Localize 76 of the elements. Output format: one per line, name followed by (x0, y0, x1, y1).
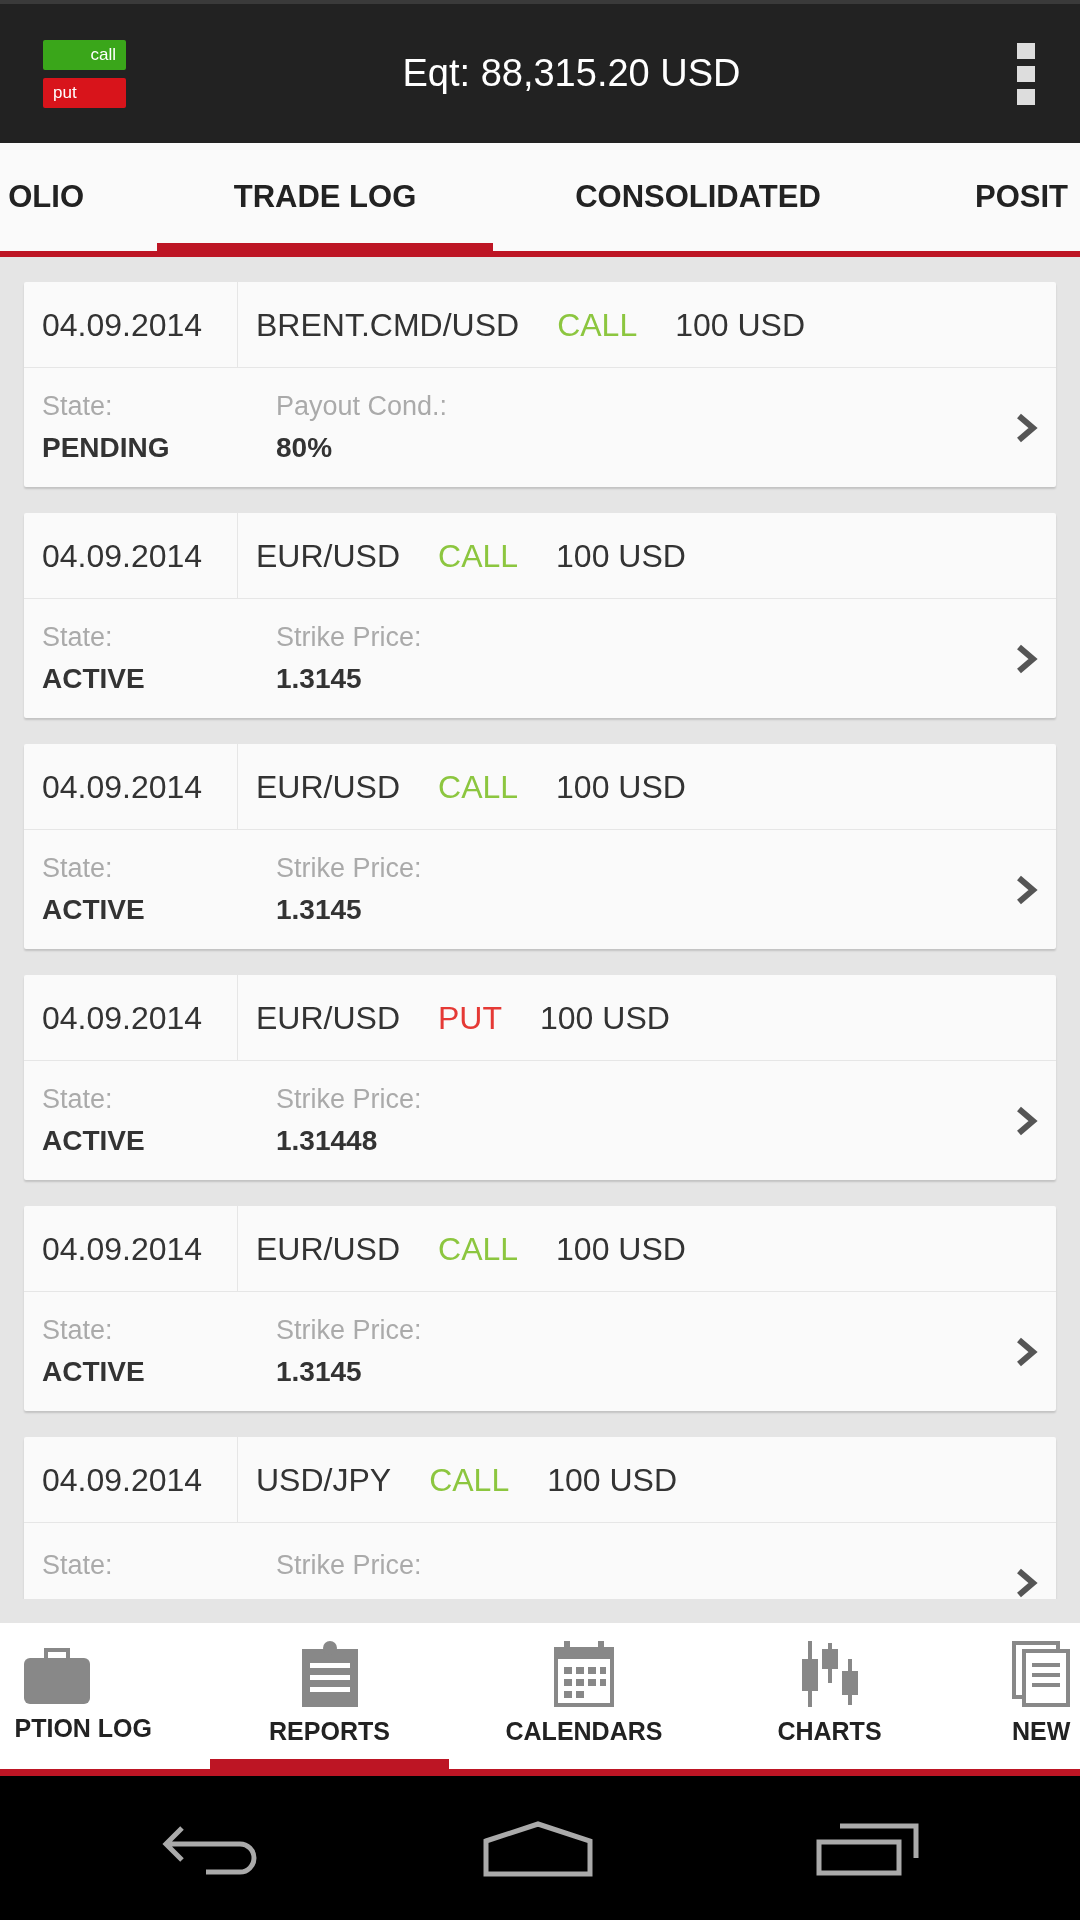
state-label: State: (42, 1314, 114, 1348)
direction-label: CALL (429, 1460, 510, 1500)
nav-tab[interactable]: NEW (940, 1623, 1080, 1769)
instrument-label: USD/JPY (256, 1460, 392, 1500)
detail-label: Strike Price: (276, 621, 423, 655)
tab[interactable]: TRADE LOG (157, 143, 493, 251)
trade-date: 04.09.2014 (42, 1460, 203, 1500)
chevron-icon[interactable] (1016, 412, 1038, 443)
state-label: State: (42, 390, 114, 424)
detail-value: 1.31448 (276, 1123, 379, 1158)
amount-label: 100 USD (556, 536, 686, 576)
chevron-icon[interactable] (1016, 643, 1038, 674)
amount-label: 100 USD (556, 767, 686, 807)
chevron-icon[interactable] (1016, 874, 1038, 905)
instrument-label: EUR/USD (256, 536, 400, 576)
state-value: ACTIVE (42, 1123, 146, 1158)
direction-label: CALL (438, 767, 519, 807)
instrument-label: EUR/USD (256, 767, 400, 807)
chevron-icon[interactable] (1016, 1567, 1038, 1598)
recent-apps-button[interactable] (816, 1821, 921, 1876)
trade-date: 04.09.2014 (42, 305, 203, 345)
direction-label: CALL (438, 1229, 519, 1269)
state-value: ACTIVE (42, 1354, 146, 1389)
home-button[interactable] (483, 1820, 593, 1877)
clipboard-icon (301, 1641, 358, 1708)
detail-label: Strike Price: (276, 852, 423, 886)
trade-card[interactable]: 04.09.2014 BRENT.CMD/USD CALL 100 USD State: PENDING Payout Cond.: 80% (24, 282, 1056, 487)
trade-card[interactable]: 04.09.2014 EUR/USD CALL 100 USD State: ACTIVE Strike Price: 1.3145 (24, 744, 1056, 949)
trade-date: 04.09.2014 (42, 767, 203, 807)
instrument-label: BRENT.CMD/USD (256, 305, 520, 345)
direction-label: CALL (557, 305, 638, 345)
state-value: ACTIVE (42, 892, 146, 927)
instrument-label: EUR/USD (256, 1229, 400, 1269)
state-value: ACTIVE (42, 661, 146, 696)
direction-label: CALL (438, 536, 519, 576)
put-badge: put (43, 77, 126, 108)
call-badge: call (43, 39, 126, 70)
menu-button[interactable] (1017, 42, 1035, 105)
equity-label: Eqt: 88,315.20 USD (401, 51, 742, 96)
state-value: PENDING (42, 430, 171, 465)
trade-card[interactable]: 04.09.2014 EUR/USD PUT 100 USD State: ACTIVE Strike Price: 1.31448 (24, 975, 1056, 1180)
amount-label: 100 USD (675, 305, 805, 345)
amount-label: 100 USD (547, 1460, 678, 1500)
nav-tab[interactable]: REPORTS (210, 1623, 449, 1769)
detail-label: Strike Price: (276, 1083, 423, 1117)
state-label: State: (42, 1083, 114, 1117)
nav-tab[interactable]: CHARTS (719, 1623, 940, 1769)
detail-value: 1.3145 (276, 1354, 363, 1389)
nav-tab[interactable]: PTION LOG (0, 1623, 210, 1769)
tab[interactable]: OLIO (0, 143, 157, 251)
detail-value: 80% (276, 430, 334, 465)
trade-card[interactable]: 04.09.2014 EUR/USD CALL 100 USD State: ACTIVE Strike Price: 1.3145 (24, 1206, 1056, 1411)
detail-value: 1.3145 (276, 661, 363, 696)
amount-label: 100 USD (556, 1229, 686, 1269)
detail-label: Strike Price: (276, 1314, 423, 1348)
calendar-icon (554, 1641, 614, 1708)
chevron-icon[interactable] (1016, 1336, 1038, 1367)
tab[interactable]: POSIT (903, 143, 1080, 251)
detail-value: 1.3145 (276, 892, 363, 927)
trade-date: 04.09.2014 (42, 1229, 203, 1269)
trade-date: 04.09.2014 (42, 536, 203, 576)
state-label: State: (42, 1549, 114, 1582)
detail-label: Strike Price: (276, 1549, 423, 1582)
document-icon (1012, 1641, 1070, 1708)
trade-card[interactable]: 04.09.2014 EUR/USD CALL 100 USD State: ACTIVE Strike Price: 1.3145 (24, 513, 1056, 718)
trade-date: 04.09.2014 (42, 998, 203, 1038)
instrument-label: EUR/USD (256, 998, 400, 1038)
detail-label: Payout Cond.: (276, 390, 449, 424)
nav-tab[interactable]: CALENDARS (449, 1623, 719, 1769)
state-label: State: (42, 852, 114, 886)
chevron-icon[interactable] (1016, 1105, 1038, 1136)
direction-label: PUT (438, 998, 502, 1038)
state-label: State: (42, 621, 114, 655)
trade-card[interactable]: 04.09.2014 USD/JPY CALL 100 USD State: Strike Price: (24, 1437, 1056, 1599)
amount-label: 100 USD (540, 998, 670, 1038)
tab[interactable]: CONSOLIDATED (493, 143, 903, 251)
